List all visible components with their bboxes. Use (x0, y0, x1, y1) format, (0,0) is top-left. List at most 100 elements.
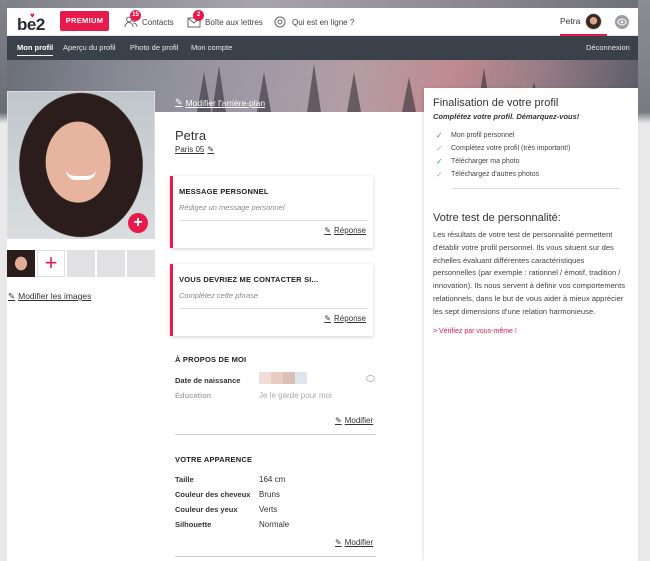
nav-online[interactable]: Qui est en ligne ? (274, 8, 354, 36)
checklist-label: Téléchargez d'autres photos (451, 171, 540, 178)
check-icon: ✓ (436, 144, 443, 153)
pencil-icon: ✎ (8, 291, 16, 301)
modify-label: Modifier (344, 416, 374, 425)
pencil-icon: ✎ (324, 226, 331, 235)
add-thumbnail-button[interactable]: + (37, 250, 65, 277)
avatar (585, 12, 603, 30)
reply-link[interactable]: ✎ Réponse (324, 226, 366, 235)
privacy-eye-icon[interactable] (615, 15, 629, 29)
check-icon: ✓ (436, 131, 443, 140)
add-photo-button[interactable]: + (128, 213, 148, 233)
tab-my-account[interactable]: Mon compte (191, 36, 232, 60)
checklist-label: Mon profil personnel (451, 132, 515, 139)
personal-message-card: MESSAGE PERSONNEL Rédigez un message per… (170, 176, 373, 248)
reply-label: Réponse (333, 226, 366, 235)
silhouette-label: Silhouette (175, 520, 212, 529)
check-icon: ✓ (436, 170, 443, 179)
banner-tree (402, 77, 416, 112)
card-placeholder[interactable]: Rédigez un message personnel (179, 203, 284, 212)
hair-color-value: Bruns (259, 490, 280, 499)
tab-profile-preview[interactable]: Aperçu du profil (63, 36, 116, 60)
card-title: VOUS DEVRIEZ ME CONTACTER SI... (179, 275, 319, 284)
checklist-item[interactable]: ✓ Complétez votre profil (très important… (436, 144, 570, 153)
height-label: Taille (175, 475, 194, 484)
nav-mailbox-label: Boîte aux lettres (205, 17, 263, 27)
banner-tree (347, 72, 361, 112)
top-header: be2 ♥ PREMIUM 15 Contacts 2 Boîte aux le… (7, 8, 638, 36)
online-icon (274, 16, 288, 28)
profile-completion-panel: Finalisation de votre profil Complétez v… (424, 88, 638, 561)
pencil-icon: ✎ (335, 416, 342, 425)
premium-button[interactable]: PREMIUM (60, 11, 109, 31)
mailbox-badge: 2 (193, 10, 204, 21)
banner-tree (307, 64, 321, 112)
eye-color-value: Verts (259, 505, 278, 514)
section-divider (175, 434, 376, 435)
blurred-block (271, 372, 283, 384)
modify-appearance-link[interactable]: ✎ Modifier (335, 538, 373, 547)
education-value: Je le garde pour moi (259, 391, 332, 400)
personality-test-text: Les résultats de votre test de personnal… (433, 230, 626, 316)
mailbox-icon: 2 (187, 10, 204, 28)
blurred-block (259, 372, 271, 384)
contacts-icon: 15 (124, 10, 141, 28)
personality-test-title: Votre test de personnalité: (433, 212, 561, 224)
empty-thumbnail[interactable] (127, 250, 155, 277)
profile-city: Paris 05 (175, 145, 205, 154)
birthdate-label: Date de naissance (175, 376, 241, 385)
check-yourself-link[interactable]: > Vérifiez par vous-même ! (433, 328, 517, 335)
eye-color-label: Couleur des yeux (175, 505, 238, 514)
hidden-eye-icon[interactable] (366, 375, 375, 382)
reply-label: Réponse (333, 314, 366, 323)
tab-profile-photo[interactable]: Photo de profil (130, 36, 178, 60)
photo-smile (66, 170, 96, 180)
edit-images-label: Modifier les images (18, 291, 92, 301)
logout-link[interactable]: Déconnexion (586, 36, 630, 60)
tab-my-profile[interactable]: Mon profil (17, 36, 54, 60)
nav-contacts-label: Contacts (142, 17, 174, 27)
edit-images-link[interactable]: ✎ Modifier les images (8, 291, 91, 302)
photo-thumbnail[interactable] (7, 250, 35, 277)
pencil-icon: ✎ (335, 538, 342, 547)
nav-contacts[interactable]: 15 Contacts (124, 8, 174, 36)
blurred-block (283, 372, 295, 384)
modify-label: Modifier (344, 538, 374, 547)
check-icon: ✓ (436, 157, 443, 166)
checklist-label: Télécharger ma photo (451, 158, 520, 165)
edit-background-link[interactable]: ✎ Modifier l'arrière-plan (175, 97, 265, 108)
height-value: 164 cm (259, 475, 286, 484)
panel-divider (452, 188, 619, 189)
empty-thumbnail[interactable] (67, 250, 95, 277)
edit-background-label: Modifier l'arrière-plan (185, 97, 266, 108)
user-name: Petra (560, 16, 581, 26)
nav-mailbox[interactable]: 2 Boîte aux lettres (187, 8, 263, 36)
empty-thumbnail[interactable] (97, 250, 125, 277)
card-divider (179, 220, 367, 221)
profile-city-link[interactable]: Paris 05 ✎ (175, 145, 214, 154)
right-background-edge (638, 0, 650, 561)
nav-online-label: Qui est en ligne ? (292, 17, 355, 27)
completion-title: Finalisation de votre profil (433, 97, 559, 109)
card-title: MESSAGE PERSONNEL (179, 187, 269, 196)
checklist-label: Complétez votre profil (très important!) (451, 145, 571, 152)
checklist-item[interactable]: ✓ Télécharger ma photo (436, 157, 519, 166)
card-placeholder[interactable]: Complétez cette phrase (179, 291, 258, 300)
window-top-strip (0, 0, 650, 8)
birthdate-hidden-value (259, 372, 307, 384)
checklist-item[interactable]: ✓ Téléchargez d'autres photos (436, 170, 539, 179)
education-label: Éducation (175, 391, 212, 400)
appearance-title: VOTRE APPARENCE (175, 455, 253, 464)
pencil-icon: ✎ (207, 145, 215, 154)
logo-heart-icon: ♥ (30, 11, 35, 20)
photo-thumbnails: + (7, 250, 155, 277)
pencil-icon: ✎ (175, 97, 183, 107)
checklist-item[interactable]: ✓ Mon profil personnel (436, 131, 514, 140)
profile-subnav: Mon profil Aperçu du profil Photo de pro… (7, 36, 638, 60)
user-menu[interactable]: Petra (560, 8, 607, 36)
modify-about-link[interactable]: ✎ Modifier (335, 416, 373, 425)
contacts-badge: 15 (130, 10, 141, 21)
card-divider (179, 308, 367, 309)
reply-link[interactable]: ✎ Réponse (324, 314, 366, 323)
section-divider (175, 556, 376, 557)
be2-logo[interactable]: be2 ♥ (17, 11, 51, 34)
